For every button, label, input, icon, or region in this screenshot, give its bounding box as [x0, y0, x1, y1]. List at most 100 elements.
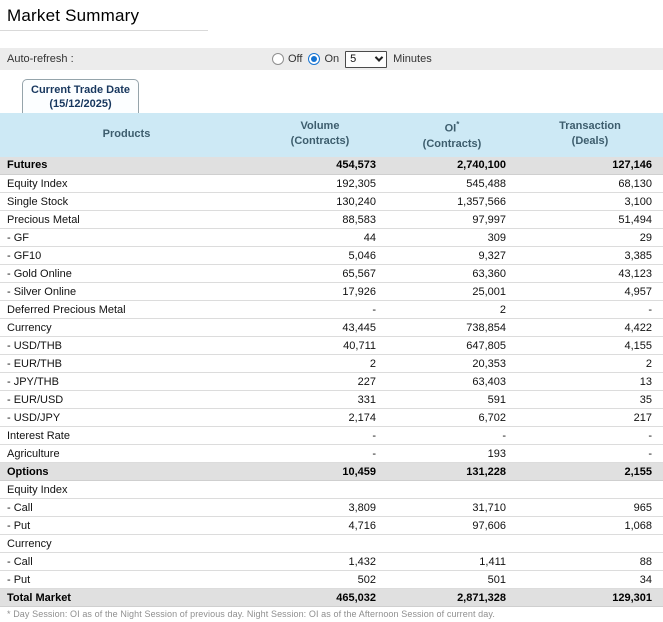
table-body: Futures454,5732,740,100127,146Equity Ind…: [0, 157, 663, 607]
cell-deals: 13: [517, 373, 663, 391]
tab-line1: Current Trade Date: [31, 83, 130, 97]
cell-deals: 3,385: [517, 247, 663, 265]
cell-oi: 193: [387, 445, 517, 463]
cell-deals: -: [517, 427, 663, 445]
cell-oi: 31,710: [387, 499, 517, 517]
cell-volume: 40,711: [253, 337, 387, 355]
cell-deals: -: [517, 301, 663, 319]
cell-deals: 51,494: [517, 211, 663, 229]
cell-deals: 2,155: [517, 463, 663, 481]
chevron-down-icon: [375, 53, 383, 61]
cell-product: - Call: [0, 553, 253, 571]
cell-volume: 44: [253, 229, 387, 247]
interval-selected-value: 5: [350, 53, 356, 65]
cell-product: - EUR/THB: [0, 355, 253, 373]
title-container: Market Summary: [0, 0, 208, 31]
cell-oi: 738,854: [387, 319, 517, 337]
cell-product: Total Market: [0, 589, 253, 607]
table-row: Deferred Precious Metal-2-: [0, 301, 663, 319]
cell-product: - Silver Online: [0, 283, 253, 301]
table-row: Options10,459131,2282,155: [0, 463, 663, 481]
cell-deals: 35: [517, 391, 663, 409]
cell-oi: 131,228: [387, 463, 517, 481]
cell-deals: 1,068: [517, 517, 663, 535]
cell-product: Equity Index: [0, 481, 253, 499]
cell-volume: 88,583: [253, 211, 387, 229]
table-row: - USD/JPY2,1746,702217: [0, 409, 663, 427]
header-volume: Volume (Contracts): [253, 113, 387, 157]
cell-deals: 4,422: [517, 319, 663, 337]
cell-deals: 127,146: [517, 157, 663, 175]
cell-volume: 2: [253, 355, 387, 373]
cell-volume: 17,926: [253, 283, 387, 301]
cell-volume: 5,046: [253, 247, 387, 265]
cell-volume: 465,032: [253, 589, 387, 607]
auto-refresh-on-option[interactable]: On: [308, 53, 339, 65]
table-row: Equity Index: [0, 481, 663, 499]
cell-oi: 6,702: [387, 409, 517, 427]
cell-volume: 1,432: [253, 553, 387, 571]
cell-volume: 2,174: [253, 409, 387, 427]
cell-product: - USD/JPY: [0, 409, 253, 427]
header-transaction: Transaction (Deals): [517, 113, 663, 157]
cell-oi: 1,411: [387, 553, 517, 571]
cell-deals: -: [517, 445, 663, 463]
table-row: - EUR/THB220,3532: [0, 355, 663, 373]
auto-refresh-controls: Off On 5 Minutes: [272, 48, 432, 70]
radio-off-icon[interactable]: [272, 53, 284, 65]
cell-oi: [387, 481, 517, 499]
auto-refresh-off-option[interactable]: Off: [272, 53, 302, 65]
table-row: - Gold Online65,56763,36043,123: [0, 265, 663, 283]
table-row: - USD/THB40,711647,8054,155: [0, 337, 663, 355]
cell-product: - Put: [0, 517, 253, 535]
cell-deals: 129,301: [517, 589, 663, 607]
page-title: Market Summary: [7, 6, 208, 26]
cell-volume: 130,240: [253, 193, 387, 211]
cell-product: - GF: [0, 229, 253, 247]
cell-deals: 88: [517, 553, 663, 571]
cell-product: - EUR/USD: [0, 391, 253, 409]
cell-deals: 2: [517, 355, 663, 373]
cell-volume: [253, 535, 387, 553]
cell-product: Options: [0, 463, 253, 481]
table-row: - Put50250134: [0, 571, 663, 589]
cell-oi: 501: [387, 571, 517, 589]
cell-deals: 68,130: [517, 175, 663, 193]
cell-product: Agriculture: [0, 445, 253, 463]
cell-oi: 1,357,566: [387, 193, 517, 211]
cell-product: Equity Index: [0, 175, 253, 193]
cell-product: - GF10: [0, 247, 253, 265]
cell-product: Precious Metal: [0, 211, 253, 229]
cell-volume: 10,459: [253, 463, 387, 481]
radio-on-icon[interactable]: [308, 53, 320, 65]
cell-oi: 97,997: [387, 211, 517, 229]
cell-volume: 227: [253, 373, 387, 391]
tab-current-trade-date[interactable]: Current Trade Date (15/12/2025): [22, 79, 139, 113]
interval-select[interactable]: 5: [345, 51, 387, 68]
cell-oi: 2,871,328: [387, 589, 517, 607]
table-row: - Put4,71697,6061,068: [0, 517, 663, 535]
cell-product: Interest Rate: [0, 427, 253, 445]
cell-oi: 63,403: [387, 373, 517, 391]
interval-unit-label: Minutes: [393, 53, 432, 65]
table-row: Currency43,445738,8544,422: [0, 319, 663, 337]
cell-volume: 4,716: [253, 517, 387, 535]
table-row: - Call3,80931,710965: [0, 499, 663, 517]
table-row: Agriculture-193-: [0, 445, 663, 463]
cell-volume: -: [253, 445, 387, 463]
cell-product: Futures: [0, 157, 253, 175]
cell-volume: -: [253, 301, 387, 319]
cell-volume: 502: [253, 571, 387, 589]
cell-volume: -: [253, 427, 387, 445]
header-oi: OI* (Contracts): [387, 113, 517, 157]
cell-deals: 29: [517, 229, 663, 247]
cell-volume: 192,305: [253, 175, 387, 193]
table-row: - JPY/THB22763,40313: [0, 373, 663, 391]
cell-deals: 217: [517, 409, 663, 427]
auto-refresh-label: Auto-refresh :: [0, 53, 74, 65]
cell-deals: [517, 535, 663, 553]
cell-oi: 9,327: [387, 247, 517, 265]
cell-oi: 647,805: [387, 337, 517, 355]
cell-oi: -: [387, 427, 517, 445]
cell-product: - USD/THB: [0, 337, 253, 355]
